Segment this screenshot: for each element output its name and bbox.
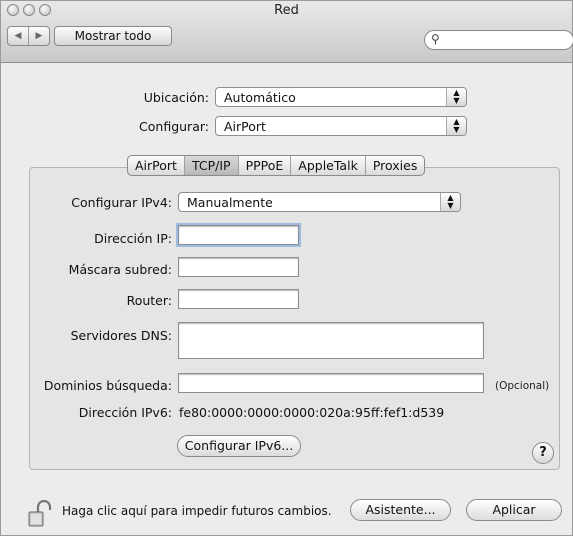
dns-servers-field[interactable] bbox=[178, 322, 484, 359]
back-forward-control: ◀ ▶ bbox=[7, 26, 50, 46]
subnet-mask-field[interactable] bbox=[178, 257, 299, 277]
ipv4-label: Configurar IPv4: bbox=[71, 195, 172, 210]
tcpip-tab-panel bbox=[29, 167, 560, 470]
optional-note: (Opcional) bbox=[495, 380, 550, 392]
configure-ipv6-button[interactable]: Configurar IPv6... bbox=[177, 435, 301, 457]
forward-arrow-icon[interactable]: ▶ bbox=[29, 27, 49, 45]
tab-bar: AirPort TCP/IP PPPoE AppleTalk Proxies bbox=[127, 155, 426, 176]
configure-value: AirPort bbox=[224, 119, 266, 134]
router-label: Router: bbox=[126, 293, 172, 308]
back-arrow-icon[interactable]: ◀ bbox=[8, 27, 29, 45]
location-value: Automático bbox=[224, 90, 296, 105]
ip-address-field[interactable] bbox=[178, 225, 299, 245]
router-field[interactable] bbox=[178, 289, 299, 309]
configure-label: Configurar: bbox=[139, 119, 209, 134]
help-button[interactable]: ? bbox=[532, 442, 554, 464]
tab-airport[interactable]: AirPort bbox=[128, 156, 185, 175]
tab-proxies[interactable]: Proxies bbox=[366, 156, 425, 175]
tab-appletalk[interactable]: AppleTalk bbox=[291, 156, 366, 175]
tab-pppoe[interactable]: PPPoE bbox=[239, 156, 292, 175]
search-domains-label: Dominios búsqueda: bbox=[43, 378, 172, 393]
popup-arrows-icon: ▲ ▼ bbox=[446, 88, 466, 106]
location-popup[interactable]: Automático ▲ ▼ bbox=[215, 87, 467, 107]
show-all-button[interactable]: Mostrar todo bbox=[54, 26, 172, 46]
ipv4-value: Manualmente bbox=[187, 195, 273, 210]
assistant-button[interactable]: Asistente... bbox=[350, 499, 451, 521]
configure-popup[interactable]: AirPort ▲ ▼ bbox=[215, 116, 467, 136]
tab-tcpip[interactable]: TCP/IP bbox=[184, 156, 239, 175]
apply-button[interactable]: Aplicar bbox=[466, 499, 562, 521]
search-field[interactable]: ⚲ bbox=[424, 30, 573, 50]
subnet-mask-label: Máscara subred: bbox=[68, 262, 172, 277]
padlock-open-icon[interactable] bbox=[28, 500, 52, 528]
location-label: Ubicación: bbox=[143, 90, 209, 105]
ipv4-popup[interactable]: Manualmente ▲ ▼ bbox=[178, 192, 461, 212]
magnifier-icon: ⚲ bbox=[431, 32, 440, 46]
ip-address-label: Dirección IP: bbox=[94, 231, 172, 246]
ipv6-address-label: Dirección IPv6: bbox=[78, 405, 172, 420]
popup-arrows-icon: ▲ ▼ bbox=[440, 193, 460, 211]
dns-servers-label: Servidores DNS: bbox=[70, 328, 172, 343]
ipv6-address-value: fe80:0000:0000:0000:020a:95ff:fef1:d539 bbox=[179, 405, 445, 420]
lock-message: Haga clic aquí para impedir futuros camb… bbox=[62, 504, 332, 518]
network-preferences-window: Red ◀ ▶ Mostrar todo ⚲ Ubicación: Automá… bbox=[0, 0, 573, 536]
window-title: Red bbox=[274, 3, 299, 18]
search-domains-field[interactable] bbox=[178, 373, 484, 393]
title-toolbar-bar: Red ◀ ▶ Mostrar todo ⚲ bbox=[1, 1, 573, 63]
popup-arrows-icon: ▲ ▼ bbox=[446, 117, 466, 135]
